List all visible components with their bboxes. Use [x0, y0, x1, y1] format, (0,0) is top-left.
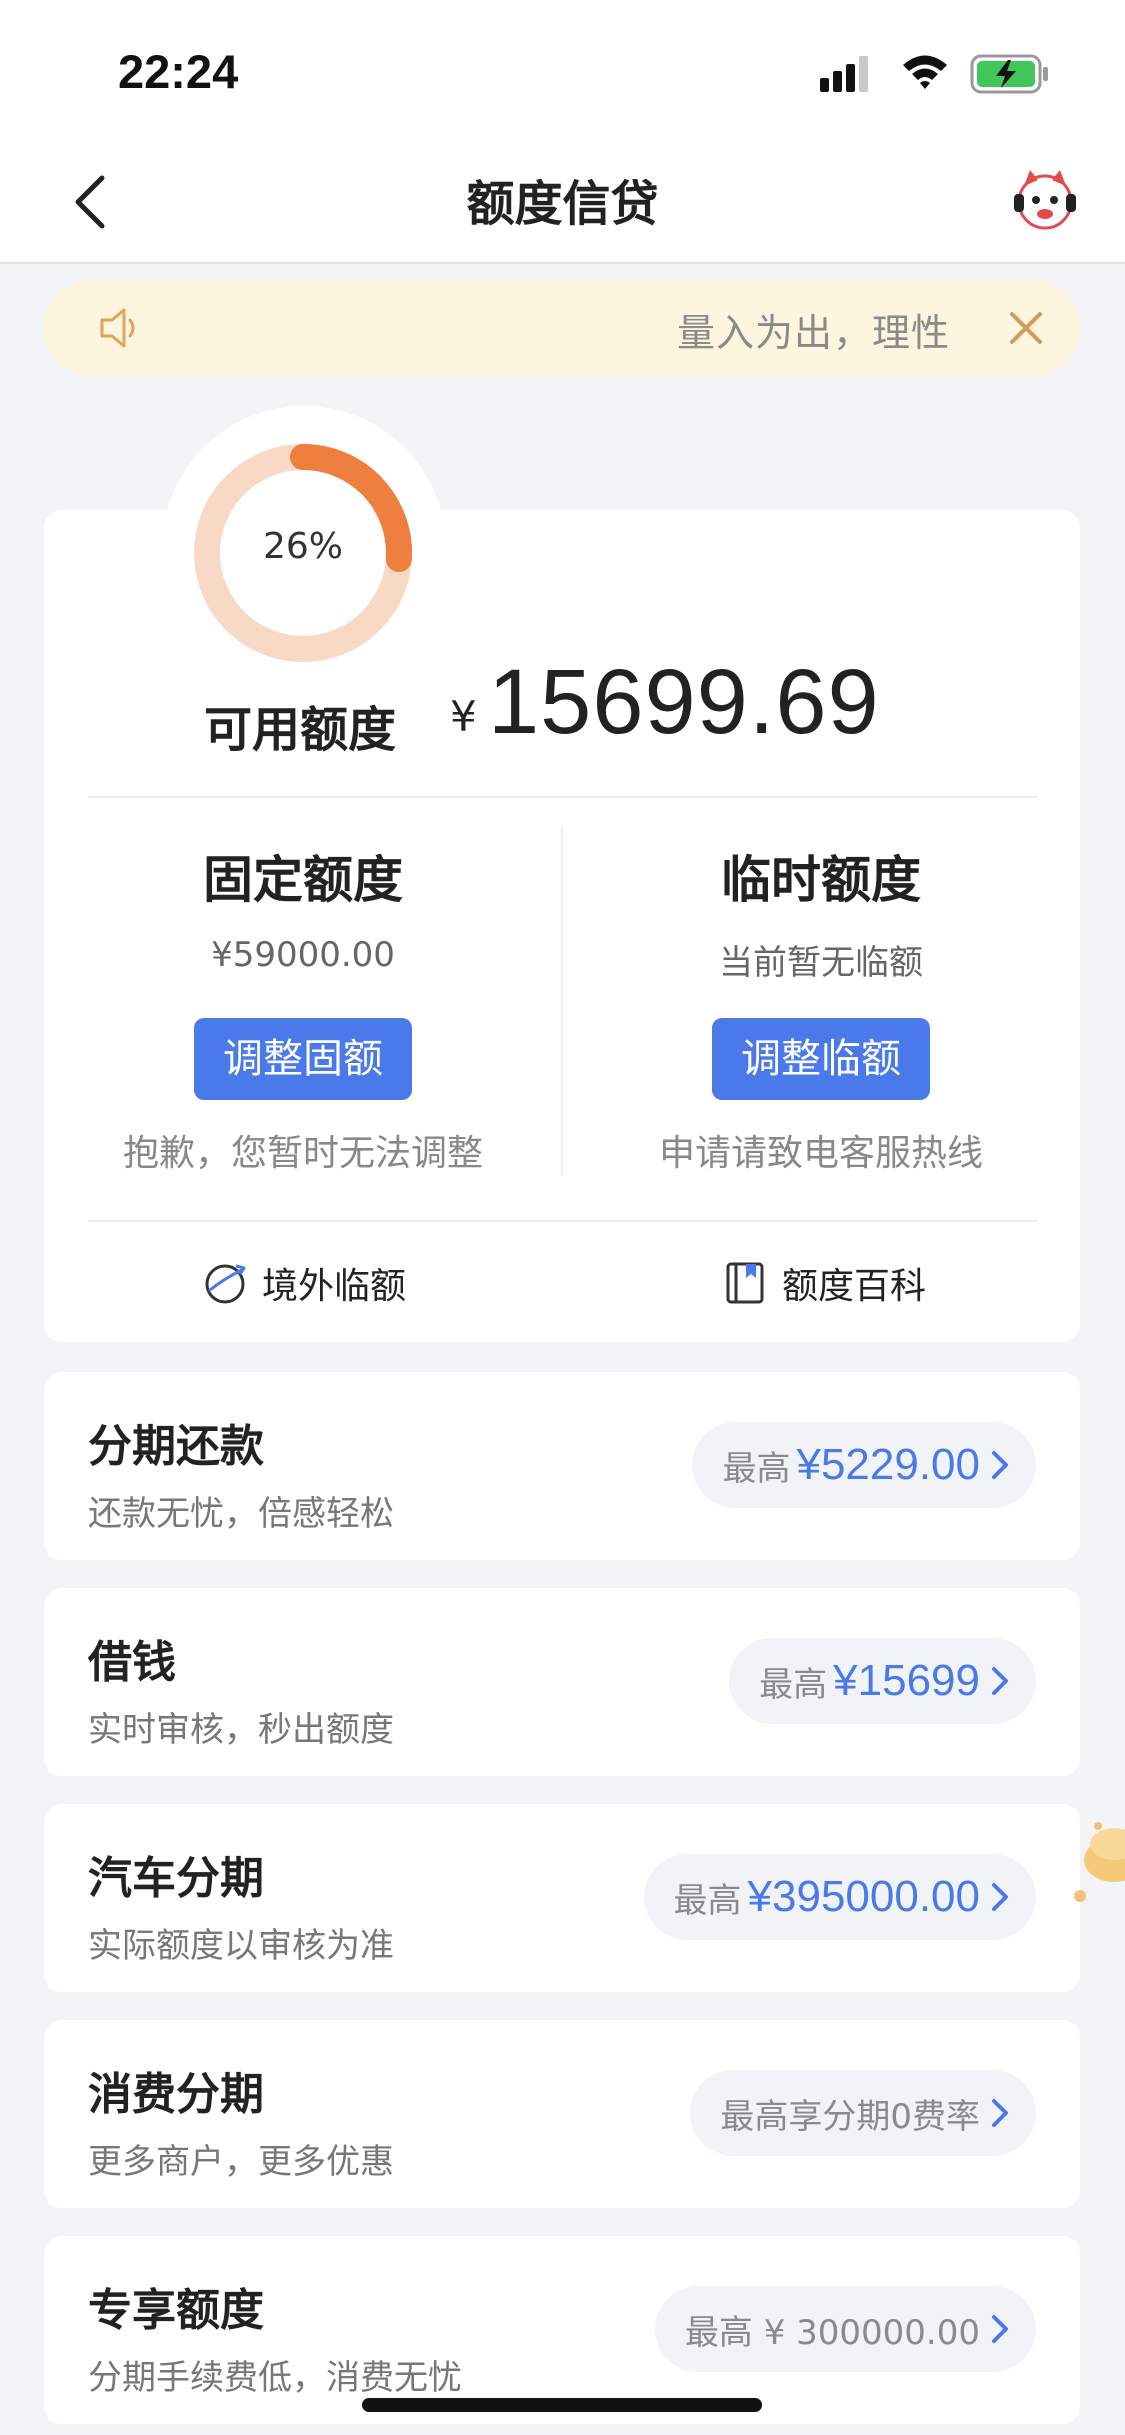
chevron-right-icon: [992, 2099, 1008, 2127]
product-card-car-installment[interactable]: 汽车分期 实际额度以审核为准 最高 ¥395000.00: [44, 1804, 1080, 1992]
usage-percent: 26%: [262, 526, 343, 567]
adjust-temp-quota-button[interactable]: 调整临额: [712, 1018, 930, 1100]
chevron-right-icon: [992, 1451, 1008, 1479]
fixed-quota-title: 固定额度: [203, 851, 403, 909]
status-time: 22:24: [118, 45, 239, 98]
product-title: 消费分期: [88, 2069, 264, 2120]
limit-amount: ¥15699: [833, 1656, 980, 1705]
fixed-quota-note: 抱歉，您暂时无法调整: [122, 1133, 483, 1174]
chevron-right-icon: [992, 2315, 1008, 2343]
product-limit-pill[interactable]: 最高 ¥5229.00: [692, 1422, 1036, 1508]
customer-service-mascot-icon[interactable]: [1010, 164, 1080, 236]
chevron-right-icon: [992, 1667, 1008, 1695]
temp-quota-title: 临时额度: [721, 851, 921, 909]
globe-plane-icon: [205, 1264, 246, 1304]
divider: [88, 1220, 1038, 1222]
notice-banner: 量入为出，理性: [44, 280, 1080, 376]
nav-bar: 额度信贷: [0, 140, 1125, 264]
product-subtitle: 分期手续费低，消费无忧: [88, 2358, 462, 2398]
limit-amount: ¥395000.00: [747, 1872, 980, 1921]
product-card-installment-repayment[interactable]: 分期还款 还款无忧，倍感轻松 最高 ¥5229.00: [44, 1372, 1080, 1560]
product-title: 汽车分期: [88, 1853, 264, 1904]
notice-text: 量入为出，理性: [676, 311, 950, 355]
limit-prefix: 最高: [722, 1448, 791, 1489]
product-card-borrow[interactable]: 借钱 实时审核，秒出额度 最高 ¥15699: [44, 1588, 1080, 1776]
product-subtitle: 更多商户，更多优惠: [88, 2142, 394, 2182]
speaker-icon: [100, 308, 135, 348]
divider: [88, 796, 1038, 798]
product-promo-pill[interactable]: 最高享分期0费率: [690, 2070, 1036, 2156]
limit-prefix: 最高: [759, 1664, 828, 1705]
temp-quota-note: 申请请致电客服热线: [658, 1133, 983, 1174]
available-amount: 15699.69: [488, 651, 880, 753]
home-indicator: [362, 2398, 762, 2412]
temp-quota-value: 当前暂无临额: [719, 943, 923, 983]
available-currency: ¥: [450, 692, 477, 741]
status-bar: 22:24: [0, 0, 1125, 140]
quota-wiki-label: 额度百科: [782, 1266, 927, 1307]
product-card-exclusive-quota[interactable]: 专享额度 分期手续费低，消费无忧 最高 ¥ 300000.00: [44, 2236, 1080, 2424]
product-subtitle: 还款无忧，倍感轻松: [88, 1494, 394, 1534]
promo-text: 最高享分期0费率: [720, 2096, 980, 2137]
product-subtitle: 实时审核，秒出额度: [88, 1710, 394, 1750]
limit-prefix: 最高: [673, 1880, 742, 1921]
product-title: 分期还款: [88, 1421, 264, 1472]
product-title: 借钱: [88, 1637, 176, 1688]
chevron-right-icon: [992, 1883, 1008, 1911]
product-promo-pill[interactable]: 最高 ¥ 300000.00: [654, 2286, 1036, 2372]
book-icon: [726, 1262, 764, 1304]
product-limit-pill[interactable]: 最高 ¥15699: [729, 1638, 1036, 1724]
quota-wiki-link[interactable]: 额度百科: [722, 1256, 926, 1310]
product-limit-pill[interactable]: 最高 ¥395000.00: [643, 1854, 1036, 1940]
overseas-temp-quota-label: 境外临额: [262, 1266, 407, 1307]
wifi-icon: [903, 55, 947, 89]
floating-coins-icon[interactable]: [1068, 1800, 1125, 1920]
overseas-temp-quota-link[interactable]: 境外临额: [202, 1256, 406, 1310]
product-subtitle: 实际额度以审核为准: [88, 1926, 394, 1966]
page-title: 额度信贷: [466, 176, 659, 232]
promo-text: 最高 ¥ 300000.00: [684, 2312, 980, 2353]
product-title: 专享额度: [88, 2285, 264, 2336]
close-icon[interactable]: [1004, 306, 1048, 350]
fixed-quota-value: ¥59000.00: [211, 935, 395, 975]
cellular-signal-icon: [820, 56, 868, 92]
product-card-consumer-installment[interactable]: 消费分期 更多商户，更多优惠 最高享分期0费率: [44, 2020, 1080, 2208]
limit-amount: ¥5229.00: [796, 1440, 980, 1489]
adjust-fixed-quota-button[interactable]: 调整固额: [194, 1018, 412, 1100]
available-label: 可用额度: [204, 702, 397, 758]
column-divider: [561, 826, 563, 1176]
battery-icon: [970, 54, 1048, 94]
